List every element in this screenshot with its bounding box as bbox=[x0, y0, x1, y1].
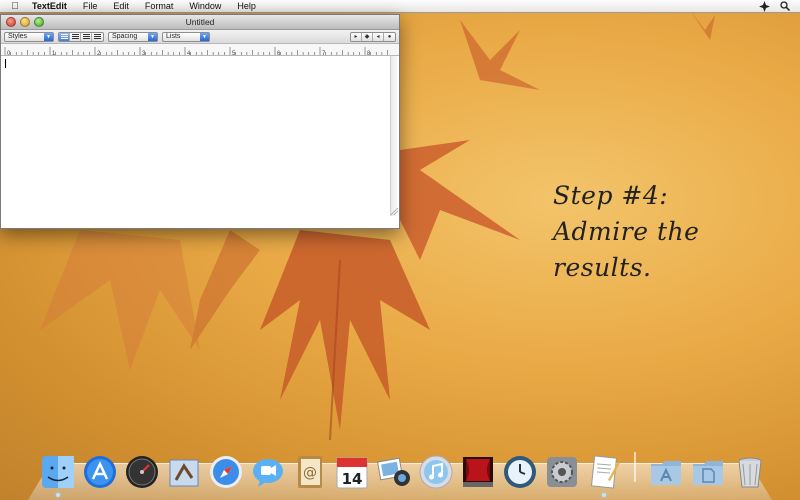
note-line: Admire the bbox=[553, 217, 700, 246]
ruler[interactable]: 012345678 bbox=[1, 44, 399, 56]
running-indicator bbox=[602, 493, 606, 497]
align-justify-button[interactable] bbox=[81, 32, 92, 41]
align-center-icon bbox=[71, 34, 79, 39]
time-machine-icon[interactable] bbox=[502, 454, 538, 490]
leaf-shape bbox=[260, 230, 430, 430]
apple-menu-icon[interactable]:  bbox=[0, 1, 30, 12]
menu-file[interactable]: File bbox=[75, 0, 106, 13]
leaf-shape bbox=[690, 10, 715, 40]
align-right-button[interactable] bbox=[92, 32, 103, 41]
lists-popup[interactable]: Lists ▼ bbox=[162, 31, 210, 42]
spotlight-search-icon[interactable] bbox=[780, 1, 790, 11]
document-text-area[interactable] bbox=[1, 56, 399, 216]
textedit-window: Untitled Styles ▼ Spacing ▼ Lists ▼ ▸ ◆ … bbox=[0, 14, 400, 229]
front-row-icon[interactable] bbox=[460, 454, 496, 490]
center-tab-icon[interactable]: ◆ bbox=[362, 32, 373, 41]
vertical-scrollbar[interactable] bbox=[390, 56, 399, 216]
text-cursor bbox=[5, 59, 6, 68]
documents-folder-icon[interactable] bbox=[690, 454, 726, 490]
left-tab-icon[interactable]: ▸ bbox=[351, 32, 362, 41]
dock: @ 14 bbox=[40, 444, 768, 497]
iphoto-icon[interactable] bbox=[376, 454, 412, 490]
minimize-button[interactable] bbox=[20, 17, 30, 27]
right-tab-icon[interactable]: ◂ bbox=[373, 32, 384, 41]
textedit-icon[interactable] bbox=[586, 454, 622, 497]
status-menu-icon[interactable] bbox=[759, 0, 770, 12]
window-title: Untitled bbox=[185, 17, 215, 27]
align-left-button[interactable] bbox=[59, 32, 70, 41]
align-justify-icon bbox=[82, 34, 90, 39]
menu-bar:  TextEdit File Edit Format Window Help bbox=[0, 0, 800, 13]
close-button[interactable] bbox=[6, 17, 16, 27]
spacing-popup[interactable]: Spacing ▼ bbox=[108, 31, 158, 42]
spacing-popup-label: Spacing bbox=[112, 33, 138, 40]
menu-format[interactable]: Format bbox=[137, 0, 182, 13]
lists-popup-label: Lists bbox=[166, 33, 181, 40]
address-book-icon[interactable]: @ bbox=[292, 454, 328, 490]
finder-icon[interactable] bbox=[40, 454, 76, 497]
tab-stops-control: ▸ ◆ ◂ ● bbox=[350, 31, 396, 42]
chevron-down-icon: ▼ bbox=[148, 32, 157, 41]
window-titlebar[interactable]: Untitled bbox=[1, 15, 399, 30]
menu-window[interactable]: Window bbox=[181, 0, 229, 13]
menu-edit[interactable]: Edit bbox=[105, 0, 137, 13]
zoom-button[interactable] bbox=[34, 17, 44, 27]
chevron-down-icon: ▼ bbox=[44, 32, 53, 41]
mail-icon[interactable] bbox=[166, 454, 202, 490]
trash-icon[interactable] bbox=[732, 454, 768, 490]
chevron-down-icon: ▼ bbox=[200, 32, 209, 41]
safari-icon[interactable] bbox=[208, 454, 244, 490]
styles-popup-label: Styles bbox=[8, 33, 28, 40]
system-preferences-icon[interactable] bbox=[544, 454, 580, 490]
ical-icon[interactable]: 14 bbox=[334, 454, 370, 490]
leaf-shape bbox=[460, 20, 540, 90]
align-center-button[interactable] bbox=[70, 32, 81, 41]
note-line: Step #4: bbox=[553, 181, 669, 210]
applications-folder-icon[interactable] bbox=[648, 454, 684, 490]
ichat-icon[interactable] bbox=[250, 454, 286, 490]
itunes-icon[interactable] bbox=[418, 454, 454, 490]
leaf-shape bbox=[40, 230, 200, 370]
dashboard-icon[interactable] bbox=[124, 454, 160, 490]
ruler-ticks: 012345678 bbox=[4, 47, 388, 56]
dock-separator bbox=[634, 452, 636, 482]
styles-popup[interactable]: Styles ▼ bbox=[4, 31, 54, 42]
resize-handle[interactable] bbox=[391, 208, 398, 215]
decimal-tab-icon[interactable]: ● bbox=[384, 32, 395, 41]
app-store-icon[interactable] bbox=[82, 454, 118, 490]
note-line: results. bbox=[553, 253, 652, 282]
calendar-day: 14 bbox=[342, 470, 363, 488]
running-indicator bbox=[56, 493, 60, 497]
format-bar: Styles ▼ Spacing ▼ Lists ▼ ▸ ◆ ◂ ● bbox=[1, 30, 399, 44]
app-menu[interactable]: TextEdit bbox=[30, 0, 75, 13]
align-right-icon bbox=[94, 34, 101, 39]
leaf-shape bbox=[190, 230, 260, 350]
alignment-control bbox=[58, 31, 104, 42]
svg-text:@: @ bbox=[303, 465, 317, 481]
align-left-icon bbox=[60, 34, 68, 39]
handwritten-note: Step #4: Admire the results. bbox=[553, 178, 783, 286]
menu-help[interactable]: Help bbox=[229, 0, 264, 13]
